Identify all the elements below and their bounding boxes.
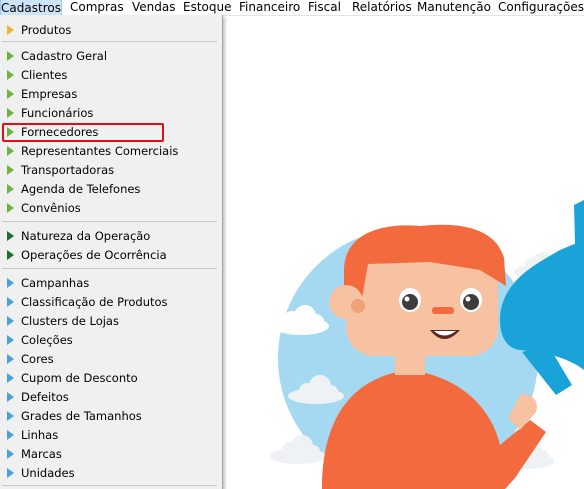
menu-compras[interactable]: Compras xyxy=(70,0,124,15)
menu-item-label: Clientes xyxy=(21,68,68,82)
menu-item-transportadoras[interactable]: Transportadoras xyxy=(0,161,218,179)
menu-item-label: Representantes Comerciais xyxy=(21,144,179,158)
menu-item-produtos[interactable]: Produtos xyxy=(0,21,218,39)
menu-item-label: Funcionários xyxy=(21,106,94,120)
menu-manutencao[interactable]: Manutenção xyxy=(417,0,491,15)
menu-item-grades-de-tamanhos[interactable]: Grades de Tamanhos xyxy=(0,407,218,425)
menu-item-convenios[interactable]: Convênios xyxy=(0,199,218,217)
menu-item-natureza-da-operacao[interactable]: Natureza da Operação xyxy=(0,227,218,245)
arrow-icon xyxy=(7,165,14,175)
menu-item-label: Produtos xyxy=(21,23,72,37)
menu-item-marcas[interactable]: Marcas xyxy=(0,445,218,463)
menu-financeiro[interactable]: Financeiro xyxy=(239,0,300,15)
menu-item-label: Campanhas xyxy=(21,276,90,290)
arrow-icon xyxy=(7,231,14,241)
menu-item-cupom-de-desconto[interactable]: Cupom de Desconto xyxy=(0,369,218,387)
menu-item-label: Unidades xyxy=(21,466,75,480)
arrow-icon xyxy=(7,278,14,288)
menu-configuracoes[interactable]: Configurações xyxy=(498,0,584,15)
menu-item-label: Natureza da Operação xyxy=(21,229,151,243)
menu-item-representantes-comerciais[interactable]: Representantes Comerciais xyxy=(0,142,218,160)
menu-estoque[interactable]: Estoque xyxy=(183,0,232,15)
menu-cadastros[interactable]: Cadastros xyxy=(0,0,62,16)
arrow-icon xyxy=(7,203,14,213)
menu-item-label: Cores xyxy=(21,352,54,366)
menu-item-label: Empresas xyxy=(21,87,78,101)
menu-item-operacoes-de-ocorrencia[interactable]: Operações de Ocorrência xyxy=(0,246,218,264)
menu-item-clusters-de-lojas[interactable]: Clusters de Lojas xyxy=(0,312,218,330)
menu-item-colecoes[interactable]: Coleções xyxy=(0,331,218,349)
menu-item-label: Cadastro Geral xyxy=(21,49,108,63)
menu-separator xyxy=(2,221,217,222)
menu-item-label: Defeitos xyxy=(21,390,69,404)
menu-item-label: Marcas xyxy=(21,447,62,461)
arrow-icon xyxy=(7,316,14,326)
menu-item-label: Classificação de Produtos xyxy=(21,295,168,309)
arrow-icon xyxy=(7,335,14,345)
arrow-icon xyxy=(7,373,14,383)
menu-item-funcionarios[interactable]: Funcionários xyxy=(0,104,218,122)
arrow-icon xyxy=(7,108,14,118)
arrow-icon xyxy=(7,297,14,307)
arrow-icon xyxy=(7,411,14,421)
menu-item-unidades[interactable]: Unidades xyxy=(0,464,218,482)
menu-item-cadastro-geral[interactable]: Cadastro Geral xyxy=(0,47,218,65)
menu-item-defeitos[interactable]: Defeitos xyxy=(0,388,218,406)
menu-item-clientes[interactable]: Clientes xyxy=(0,66,218,84)
menu-item-label: Coleções xyxy=(21,333,73,347)
menu-item-label: Transportadoras xyxy=(21,163,115,177)
arrow-icon xyxy=(7,89,14,99)
highlight-box xyxy=(2,123,164,142)
menu-item-campanhas[interactable]: Campanhas xyxy=(0,274,218,292)
arrow-icon xyxy=(7,449,14,459)
menu-item-label: Convênios xyxy=(21,201,81,215)
menu-fiscal[interactable]: Fiscal xyxy=(308,0,341,15)
arrow-icon xyxy=(7,392,14,402)
arrow-icon xyxy=(7,25,14,35)
menu-item-label: Cupom de Desconto xyxy=(21,371,138,385)
arrow-icon xyxy=(7,184,14,194)
arrow-icon xyxy=(7,430,14,440)
menu-item-label: Agenda de Telefones xyxy=(21,182,141,196)
arrow-icon xyxy=(7,354,14,364)
menu-item-label: Clusters de Lojas xyxy=(21,314,119,328)
menu-item-agenda-de-telefones[interactable]: Agenda de Telefones xyxy=(0,180,218,198)
menu-relatorios[interactable]: Relatórios xyxy=(352,0,412,15)
arrow-icon xyxy=(7,468,14,478)
menu-separator xyxy=(2,268,217,269)
menu-item-linhas[interactable]: Linhas xyxy=(0,426,218,444)
arrow-icon xyxy=(7,250,14,260)
menu-separator xyxy=(2,485,217,486)
arrow-icon xyxy=(7,146,14,156)
menu-item-label: Operações de Ocorrência xyxy=(21,248,167,262)
menu-item-label: Grades de Tamanhos xyxy=(21,409,142,423)
menu-bar: Cadastros Compras Vendas Estoque Finance… xyxy=(0,0,584,16)
cadastros-dropdown-menu: Produtos Cadastro Geral Clientes Empresa… xyxy=(0,15,223,489)
arrow-icon xyxy=(7,51,14,61)
menu-separator xyxy=(2,41,217,42)
menu-item-cores[interactable]: Cores xyxy=(0,350,218,368)
menu-item-label: Linhas xyxy=(21,428,59,442)
menu-vendas[interactable]: Vendas xyxy=(132,0,176,15)
menu-item-empresas[interactable]: Empresas xyxy=(0,85,218,103)
arrow-icon xyxy=(7,70,14,80)
menu-item-classificacao-de-produtos[interactable]: Classificação de Produtos xyxy=(0,293,218,311)
